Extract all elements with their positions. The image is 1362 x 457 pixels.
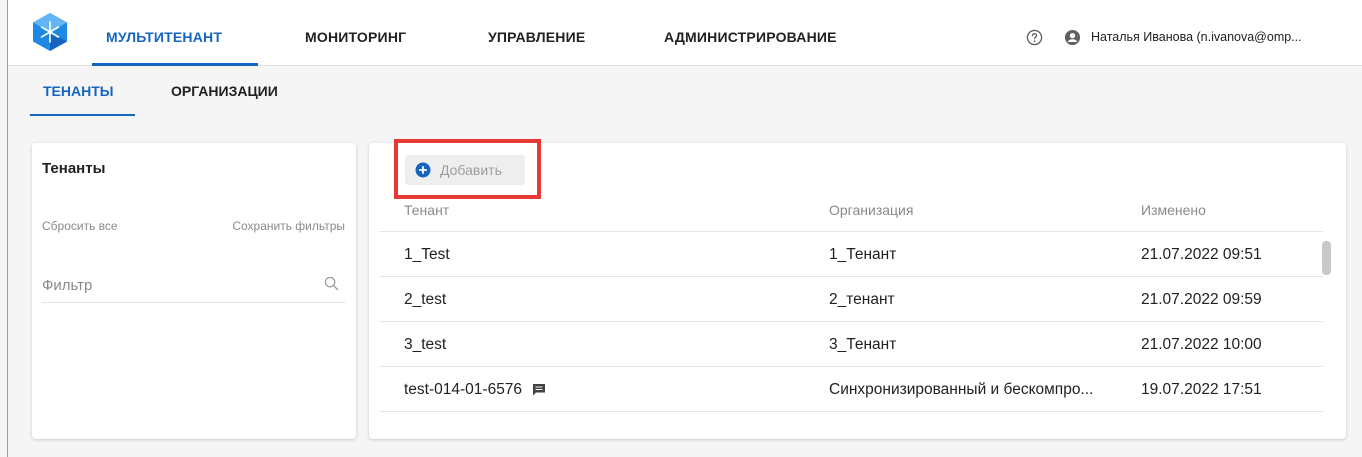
- tenants-table-panel: Добавить Тенант Организация Изменено 1_T…: [369, 139, 1346, 439]
- organization-cell: 1_Тенант: [829, 246, 897, 263]
- user-avatar-icon[interactable]: [1064, 29, 1081, 46]
- user-name[interactable]: Наталья Иванова (n.ivanova@omp...: [1091, 30, 1302, 44]
- save-filters-link[interactable]: Сохранить фильтры: [232, 219, 345, 233]
- comment-icon[interactable]: [532, 383, 546, 396]
- tab-tenants[interactable]: ТЕНАНТЫ: [43, 83, 113, 99]
- organization-cell: Синхронизированный и бескомпро...: [829, 381, 1094, 398]
- column-header-organization[interactable]: Организация: [829, 202, 913, 218]
- table-scrollbar[interactable]: [1322, 241, 1331, 275]
- top-navigation-bar: МУЛЬТИТЕНАНТ МОНИТОРИНГ УПРАВЛЕНИЕ АДМИН…: [8, 0, 1362, 66]
- subtab-active-indicator: [30, 114, 135, 116]
- filter-input[interactable]: [42, 273, 302, 297]
- changed-date-cell: 21.07.2022 09:59: [1141, 291, 1262, 308]
- nav-tab-administration[interactable]: АДМИНИСТРИРОВАНИЕ: [664, 0, 837, 66]
- table-row[interactable]: test-014-01-6576 Синхронизированный и бе…: [379, 366, 1323, 411]
- table-row[interactable]: 3_test 3_Тенант 21.07.2022 10:00: [379, 321, 1323, 366]
- tab-organizations[interactable]: ОРГАНИЗАЦИИ: [171, 83, 278, 99]
- tenant-name-cell: test-014-01-6576: [404, 381, 546, 399]
- tenant-name-text: test-014-01-6576: [404, 381, 523, 398]
- table-row[interactable]: 2_test 2_тенант 21.07.2022 09:59: [379, 276, 1323, 321]
- organization-cell: 3_Тенант: [829, 336, 897, 353]
- nav-tab-multitenant[interactable]: МУЛЬТИТЕНАНТ: [106, 0, 222, 66]
- filter-panel: Тенанты Сбросить все Сохранить фильтры: [32, 143, 356, 439]
- changed-date-cell: 19.07.2022 17:51: [1141, 381, 1262, 398]
- plus-circle-icon: [415, 162, 431, 178]
- changed-date-cell: 21.07.2022 09:51: [1141, 246, 1262, 263]
- reset-filters-link[interactable]: Сбросить все: [42, 219, 118, 233]
- app-logo-icon[interactable]: [32, 12, 68, 52]
- table-row[interactable]: 1_Test 1_Тенант 21.07.2022 09:51: [379, 231, 1323, 276]
- nav-tab-management[interactable]: УПРАВЛЕНИЕ: [488, 0, 585, 66]
- organization-cell: 2_тенант: [829, 291, 895, 308]
- add-tenant-label: Добавить: [440, 162, 502, 178]
- search-icon[interactable]: [324, 276, 339, 291]
- nav-tab-monitoring[interactable]: МОНИТОРИНГ: [305, 0, 406, 66]
- tenant-name-cell: 3_test: [404, 336, 447, 353]
- filter-field: [42, 271, 345, 303]
- column-header-tenant[interactable]: Тенант: [404, 202, 449, 218]
- table-bottom-divider: [379, 411, 1323, 412]
- tenant-name-cell: 2_test: [404, 291, 447, 308]
- tenant-name-cell: 1_Test: [404, 246, 450, 263]
- nav-active-indicator: [92, 63, 258, 66]
- add-tenant-button[interactable]: Добавить: [405, 155, 525, 185]
- filter-panel-title: Тенанты: [42, 160, 106, 177]
- column-header-changed[interactable]: Изменено: [1141, 202, 1206, 218]
- changed-date-cell: 21.07.2022 10:00: [1141, 336, 1262, 353]
- help-circle-icon[interactable]: [1026, 29, 1043, 46]
